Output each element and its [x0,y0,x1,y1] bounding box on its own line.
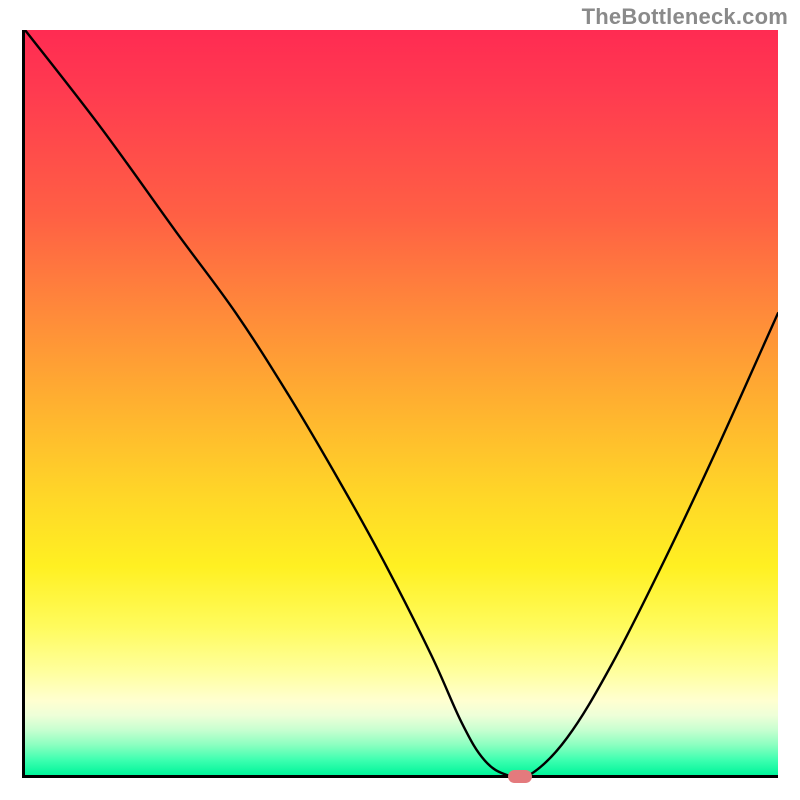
optimal-point-marker [508,770,532,783]
chart-container: TheBottleneck.com [0,0,800,800]
watermark-text: TheBottleneck.com [582,4,788,30]
plot-area [22,30,778,778]
bottleneck-curve [25,30,778,775]
